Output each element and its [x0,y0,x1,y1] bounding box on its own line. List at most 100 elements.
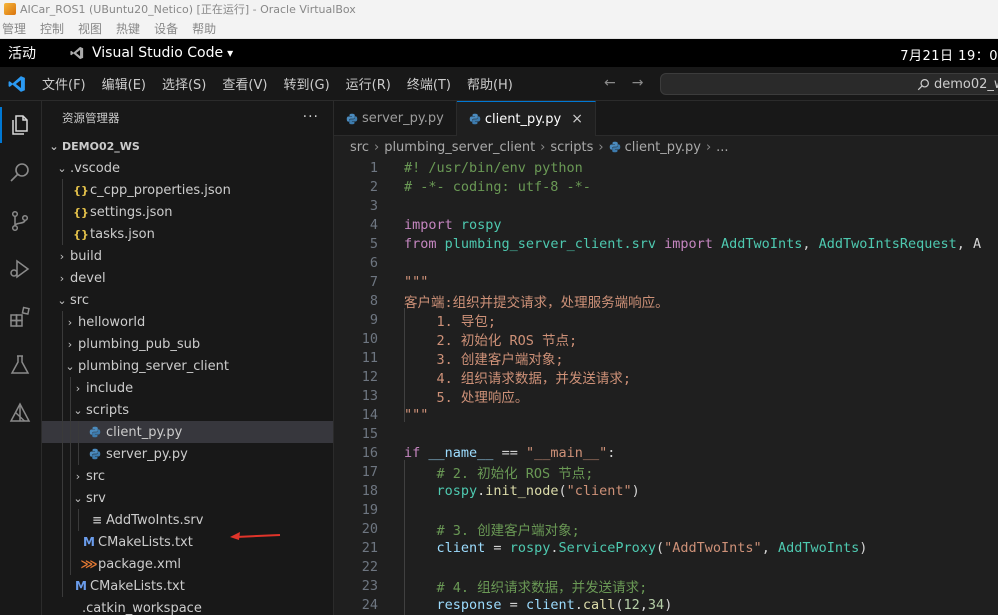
chevron-down-icon: ⌄ [57,293,67,307]
tree-item-label: include [86,380,134,396]
indent-guide [62,355,63,377]
tree-item[interactable]: {} settings.json [42,201,333,223]
code-token: ( [615,596,624,613]
vbox-menu-help[interactable]: 帮助 [192,20,216,37]
explorer-icon[interactable] [6,111,34,139]
code-token: 2. 初始化 ROS 节点; [404,332,578,349]
testing-flask-icon[interactable] [6,351,34,379]
tree-item[interactable]: ⌄ plumbing_server_client [42,355,333,377]
search-view-icon[interactable] [6,159,34,187]
vbox-menu-devices[interactable]: 设备 [154,20,178,37]
tree-item[interactable]: › src [42,465,333,487]
close-tab-icon[interactable]: × [571,111,583,127]
code-text: """ [404,274,428,290]
code-token: client [436,539,486,556]
tree-item[interactable]: › devel [42,267,333,289]
clock[interactable]: 7月21日 19：0 [900,45,998,64]
activity-bar [0,101,42,615]
command-center-search[interactable]: demo02_w [660,73,998,95]
tree-item[interactable]: › build [42,245,333,267]
breadcrumb-symbol[interactable]: ... [716,140,728,155]
tree-item[interactable]: server_py.py [42,443,333,465]
tree-item[interactable]: › helloworld [42,311,333,333]
code-token: init_node [485,482,559,499]
code-token: """ [404,273,429,290]
vbox-menu-hotkey[interactable]: 热键 [116,20,140,37]
menu-selection[interactable]: 选择(S) [154,74,214,93]
run-debug-icon[interactable] [6,255,34,283]
code-text: # -*- coding: utf-8 -*- [404,179,591,195]
workspace-root[interactable]: ⌄ DEMO02_WS [42,135,333,157]
code-line: 14 """ [334,405,998,424]
code-token: = [485,539,510,556]
breadcrumb-scripts[interactable]: scripts [550,140,593,155]
code-text: from plumbing_server_client.srv import A… [404,236,981,252]
nav-forward-button[interactable]: → [632,75,644,91]
tree-item[interactable]: ⋙ package.xml [42,553,333,575]
vbox-menu-manage[interactable]: 管理 [2,20,26,37]
tree-item[interactable]: M CMakeLists.txt [42,575,333,597]
menu-view[interactable]: 查看(V) [214,74,275,93]
tree-item[interactable]: › plumbing_pub_sub [42,333,333,355]
indent-guide [62,553,63,575]
tree-item[interactable]: ⌄ src [42,289,333,311]
code-editor[interactable]: 1 #! /usr/bin/env python 2 # -*- coding: ut… [334,158,998,615]
python-file-icon [609,141,620,153]
code-text: import rospy [404,217,502,233]
menu-run[interactable]: 运行(R) [338,74,399,93]
tree-item[interactable]: ⌄ .vscode [42,157,333,179]
tab-server-py[interactable]: server_py.py [334,101,457,136]
code-token: "__main__" [525,444,608,461]
cmake-file-icon: M [75,579,87,593]
code-token: , [761,539,778,556]
extensions-icon[interactable] [6,303,34,331]
tree-item[interactable]: {} c_cpp_properties.json [42,179,333,201]
tree-item-label: srv [86,490,106,506]
line-number: 3 [369,197,378,214]
breadcrumb-file[interactable]: client_py.py [625,140,701,155]
chevron-down-icon: ⌄ [49,139,59,153]
tree-item-label: tasks.json [90,226,155,242]
menu-terminal[interactable]: 终端(T) [399,74,459,93]
breadcrumb-src[interactable]: src [350,140,369,155]
activities-button[interactable]: 活动 [0,43,70,63]
nav-back-button[interactable]: ← [604,75,616,91]
code-line: 13 5. 处理响应。 [334,386,998,406]
tree-item[interactable]: {} tasks.json [42,223,333,245]
indent-guide [78,421,79,443]
chevron-right-icon: › [67,315,73,329]
tab-client-py[interactable]: client_py.py × [456,101,596,136]
tree-item[interactable]: .catkin_workspace [42,597,333,615]
chevron-down-icon: ⌄ [57,161,67,175]
tree-item[interactable]: ⌄ srv [42,487,333,509]
ros-extension-icon[interactable] [6,399,34,427]
more-actions-icon[interactable]: ··· [303,109,319,125]
breadcrumb-package[interactable]: plumbing_server_client [384,140,535,155]
source-control-icon[interactable] [6,207,34,235]
menu-go[interactable]: 转到(G) [275,74,337,93]
tree-item[interactable]: ≡ AddTwoInts.srv [42,509,333,531]
vbox-menu-view[interactable]: 视图 [78,20,102,37]
tree-item[interactable]: ⌄ scripts [42,399,333,421]
code-text: # 3. 创建客户端对象; [404,519,580,539]
app-menu[interactable]: Visual Studio Code ▾ [70,45,233,61]
vbox-menu-control[interactable]: 控制 [40,20,64,37]
code-token: # 3. 创建客户端对象; [436,522,580,539]
tree-item[interactable]: client_py.py [42,421,333,443]
line-number: 19 [361,501,378,518]
menu-file[interactable]: 文件(F) [34,74,94,93]
workspace-root-label: DEMO02_WS [62,139,140,153]
menu-edit[interactable]: 编辑(E) [94,74,154,93]
line-number: 10 [361,330,378,347]
file-tree: ⌄ .vscode{} c_cpp_properties.json{} setting… [42,157,333,615]
menu-help[interactable]: 帮助(H) [459,74,521,93]
activity-active-indicator [0,107,2,143]
tree-item[interactable]: M CMakeLists.txt [42,531,333,553]
code-token: ) [859,539,868,556]
tree-item-label: src [86,468,105,484]
tree-item[interactable]: › include [42,377,333,399]
chevron-right-icon: › [59,271,65,285]
indent-guide [62,487,63,509]
code-line: 17 # 2. 初始化 ROS 节点; [334,462,998,482]
